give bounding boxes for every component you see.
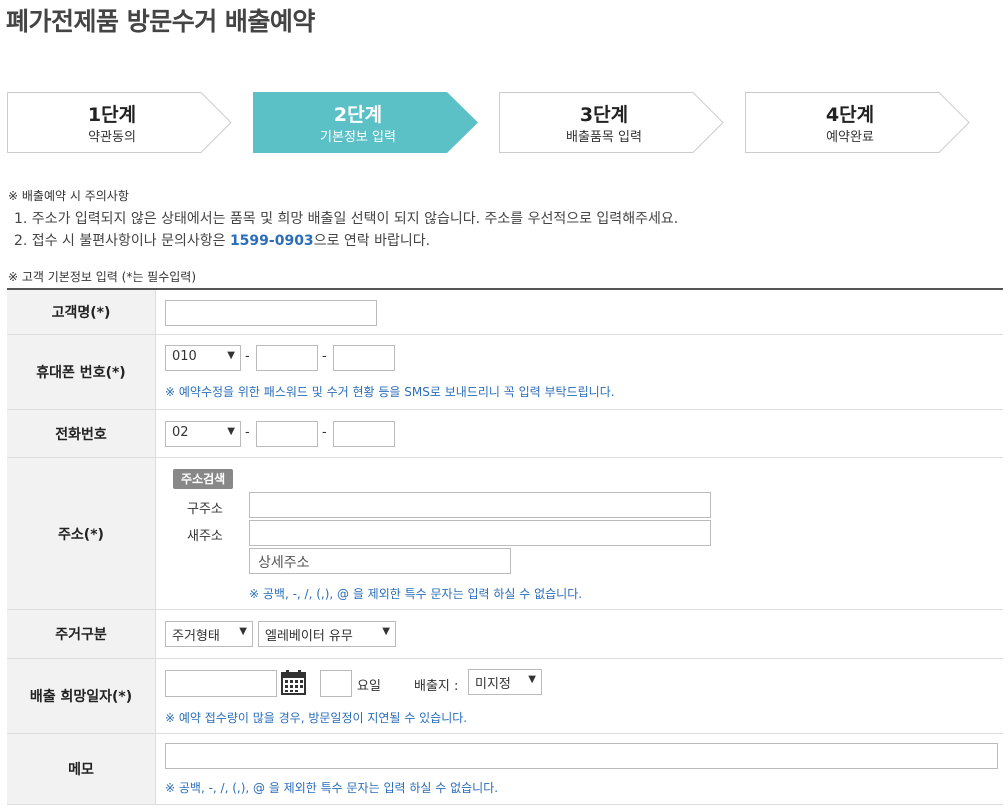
name-label: 고객명(*) (7, 290, 156, 334)
step-4-label: 예약완료 (826, 130, 874, 145)
step-2-number: 2단계 (333, 104, 383, 126)
address-hint: ※ 공백, -, /, (,), @ 을 제외한 특수 문자는 입력 하실 수 … (249, 587, 583, 601)
page-title: 폐가전제품 방문수거 배출예약 (6, 7, 315, 36)
phone-last-input[interactable] (333, 421, 395, 447)
row-name: 고객명(*) (7, 290, 1003, 335)
date-input[interactable] (165, 670, 277, 697)
calendar-icon[interactable] (281, 669, 306, 695)
memo-hint: ※ 공백, -, /, (,), @ 을 제외한 특수 문자는 입력 하실 수 … (165, 781, 499, 795)
step-3-number: 3단계 (579, 104, 629, 126)
chevron-down-icon: ▼ (239, 626, 247, 637)
chevron-down-icon: ▼ (528, 674, 536, 685)
step-4-number: 4단계 (825, 104, 875, 126)
step-2-label: 기본정보 입력 (320, 130, 396, 145)
housing-type-select[interactable]: 주거형태 ▼ (165, 621, 253, 647)
weekday-input (320, 670, 352, 697)
dash: - (322, 349, 327, 364)
detail-address-input[interactable]: 상세주소 (249, 548, 511, 574)
row-memo: 메모 ※ 공백, -, /, (,), @ 을 제외한 특수 문자는 입력 하실… (7, 734, 1003, 805)
phone-middle-input[interactable] (256, 421, 318, 447)
chevron-down-icon: ▼ (382, 626, 390, 637)
step-1-label: 약관동의 (88, 130, 136, 145)
new-address-input[interactable] (249, 520, 711, 546)
date-label: 배출 희망일자(*) (7, 659, 156, 733)
housing-type-value: 주거형태 (172, 629, 220, 644)
row-housing: 주거구분 주거형태 ▼ 엘레베이터 유무 ▼ (7, 610, 1003, 659)
chevron-down-icon: ▼ (227, 426, 235, 437)
location-value: 미지정 (475, 677, 511, 692)
location-label: 배출지 : (414, 679, 459, 694)
name-input[interactable] (165, 300, 377, 326)
mobile-prefix-value: 010 (172, 349, 197, 364)
location-select[interactable]: 미지정 ▼ (468, 669, 542, 695)
step-progress: 1단계 약관동의 2단계 기본정보 입력 3단계 배출품목 입력 4단계 예약완… (0, 92, 1008, 154)
notice-line-2-suffix: 으로 연락 바랍니다. (313, 233, 431, 249)
mobile-prefix-select[interactable]: 010 ▼ (165, 345, 241, 371)
notice-heading: ※ 배출예약 시 주의사항 (8, 189, 129, 203)
mobile-middle-input[interactable] (256, 345, 318, 371)
form-heading: ※ 고객 기본정보 입력 (*는 필수입력) (8, 270, 197, 284)
old-address-input[interactable] (249, 492, 711, 518)
notice-line-1: 1. 주소가 입력되지 않은 상태에서는 품목 및 희망 배출일 선택이 되지 … (14, 211, 679, 227)
date-hint: ※ 예약 접수량이 많을 경우, 방문일정이 지연될 수 있습니다. (165, 711, 468, 725)
step-1-number: 1단계 (87, 104, 137, 126)
memo-label: 메모 (7, 734, 156, 804)
row-address: 주소(*) 주소검색 구주소 새주소 상세주소 ※ 공백, -, /, (,),… (7, 458, 1003, 610)
weekday-suffix: 요일 (357, 679, 381, 694)
phone-label: 전화번호 (7, 410, 156, 457)
phone-prefix-select[interactable]: 02 ▼ (165, 421, 241, 447)
mobile-hint: ※ 예약수정을 위한 패스워드 및 수거 현황 등을 SMS로 보내드리니 꼭 … (165, 385, 615, 399)
memo-input[interactable] (165, 743, 998, 769)
old-address-label: 구주소 (187, 502, 223, 517)
customer-form: 고객명(*) 휴대폰 번호(*) 010 ▼ - - ※ 예약수정을 위한 패스워… (7, 288, 1003, 805)
dash: - (245, 349, 250, 364)
dash: - (322, 425, 327, 440)
new-address-label: 새주소 (187, 529, 223, 544)
mobile-last-input[interactable] (333, 345, 395, 371)
row-date: 배출 희망일자(*) 요일 배출지 : 미지정 ▼ ※ 예약 접수량이 많을 경우… (7, 659, 1003, 734)
address-search-button[interactable]: 주소검색 (173, 469, 234, 489)
notice-line-2-text: 2. 접수 시 불편사항이나 문의사항은 (14, 233, 230, 249)
notice-line-2: 2. 접수 시 불편사항이나 문의사항은 1599-0903으로 연락 바랍니다… (14, 230, 430, 250)
row-phone: 전화번호 02 ▼ - - (7, 410, 1003, 458)
elevator-select[interactable]: 엘레베이터 유무 ▼ (258, 621, 396, 647)
dash: - (245, 425, 250, 440)
contact-phone: 1599-0903 (229, 233, 314, 249)
step-3-label: 배출품목 입력 (566, 130, 642, 145)
mobile-label: 휴대폰 번호(*) (7, 335, 156, 409)
elevator-value: 엘레베이터 유무 (265, 629, 353, 644)
housing-label: 주거구분 (7, 610, 156, 658)
chevron-down-icon: ▼ (227, 350, 235, 361)
row-mobile: 휴대폰 번호(*) 010 ▼ - - ※ 예약수정을 위한 패스워드 및 수거 … (7, 335, 1003, 410)
address-label: 주소(*) (7, 458, 156, 609)
phone-prefix-value: 02 (172, 425, 189, 440)
